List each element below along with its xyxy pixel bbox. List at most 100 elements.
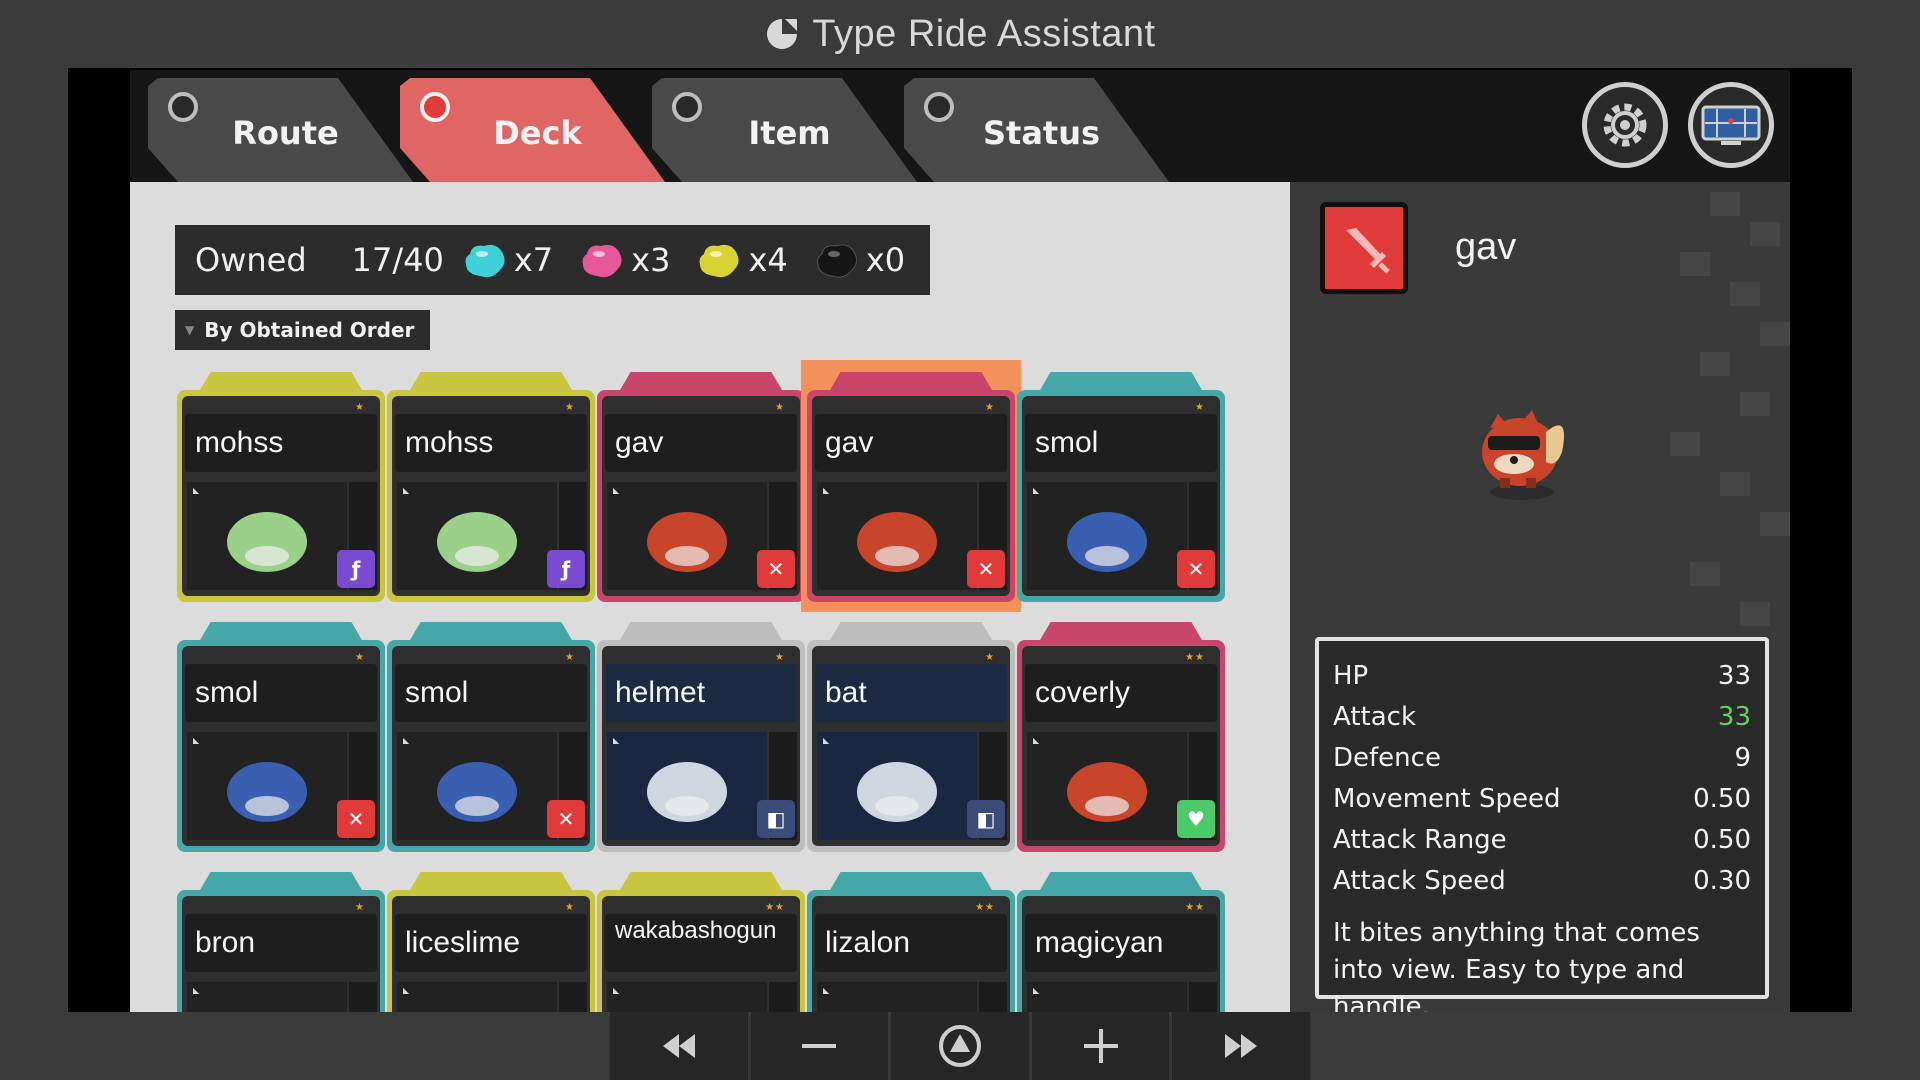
deck-card[interactable]: ★★ wakabashogun ◣ bbox=[597, 872, 805, 1012]
tab-item[interactable]: Item bbox=[652, 78, 927, 182]
card-name: smol bbox=[1035, 426, 1099, 459]
card-rarity: ★ bbox=[355, 402, 365, 413]
lmd-flag-icon: ◣ bbox=[193, 486, 200, 495]
deck-card[interactable]: ★ smol ◣ ✕ bbox=[387, 622, 595, 852]
card-name: smol bbox=[195, 676, 259, 709]
deck-card[interactable]: ★ mohss ◣ ƒ bbox=[387, 372, 595, 602]
deck-card[interactable]: ★ smol ◣ ✕ bbox=[177, 622, 385, 852]
tab-label: Route bbox=[232, 114, 339, 152]
rewind-button[interactable] bbox=[610, 1012, 751, 1080]
card-type-badge-icon: ✕ bbox=[337, 800, 375, 838]
card-name: bron bbox=[195, 926, 256, 959]
title-bar: Type Ride Assistant bbox=[0, 0, 1920, 68]
deck-card[interactable]: ★ gav ◣ ✕ bbox=[801, 360, 1021, 612]
card-type-badge-icon: ✕ bbox=[757, 550, 795, 588]
creature-description: It bites anything that comes into view. … bbox=[1333, 918, 1700, 1012]
home-button[interactable] bbox=[891, 1012, 1032, 1080]
control-bar bbox=[610, 1012, 1310, 1080]
card-rarity: ★ bbox=[1195, 402, 1205, 413]
card-side-gauge bbox=[979, 982, 1007, 1012]
card-portrait bbox=[817, 482, 977, 590]
sort-dropdown[interactable]: ▼ By Obtained Order bbox=[175, 310, 430, 350]
card-type-badge-icon: ◧ bbox=[757, 800, 795, 838]
card-portrait bbox=[817, 732, 977, 840]
card-rarity: ★ bbox=[355, 652, 365, 663]
card-type-badge-icon: ✕ bbox=[1177, 550, 1215, 588]
card-portrait bbox=[187, 732, 347, 840]
creature-sprite bbox=[187, 982, 347, 1012]
card-rarity: ★ bbox=[565, 402, 575, 413]
deck-card[interactable]: ★★ lizalon ◣ bbox=[807, 872, 1015, 1012]
gem-amount: x4 bbox=[748, 241, 788, 279]
tab-bar: Route Deck Item Status bbox=[130, 70, 1790, 182]
deck-card[interactable]: ★★ coverly ◣ ♥ bbox=[1017, 622, 1225, 852]
stat-value: 0.30 bbox=[1693, 865, 1751, 896]
map-button[interactable] bbox=[1688, 82, 1774, 168]
card-name: smol bbox=[405, 676, 469, 709]
stat-row: Movement Speed 0.50 bbox=[1333, 778, 1751, 819]
deck-card[interactable]: ★★ magicyan ◣ bbox=[1017, 872, 1225, 1012]
owned-label: Owned bbox=[195, 241, 307, 279]
lmd-flag-icon: ◣ bbox=[613, 736, 620, 745]
card-portrait bbox=[187, 482, 347, 590]
creature-preview bbox=[1482, 410, 1564, 500]
gem-counter: x0 bbox=[814, 240, 905, 280]
card-name: helmet bbox=[615, 676, 706, 709]
card-portrait bbox=[187, 982, 347, 1012]
lmd-flag-icon: ◣ bbox=[403, 986, 410, 995]
deck-card[interactable]: ★ gav ◣ ✕ bbox=[597, 372, 805, 602]
card-portrait bbox=[607, 482, 767, 590]
card-type-badge-icon: ✕ bbox=[547, 800, 585, 838]
plus-button[interactable] bbox=[1032, 1012, 1173, 1080]
creature-sprite bbox=[857, 512, 937, 572]
deck-card[interactable]: ★ helmet ◣ ◧ bbox=[597, 622, 805, 852]
brick-pattern bbox=[1670, 192, 1790, 626]
card-portrait bbox=[397, 732, 557, 840]
stat-label: Attack Range bbox=[1333, 824, 1507, 855]
creature-sprite bbox=[227, 762, 307, 822]
card-rarity: ★ bbox=[355, 902, 365, 913]
card-name: liceslime bbox=[405, 926, 521, 959]
creature-sprite bbox=[817, 982, 977, 1012]
detail-name: gav bbox=[1455, 226, 1517, 268]
black-gem-icon bbox=[816, 244, 857, 278]
card-rarity: ★★ bbox=[975, 902, 995, 913]
tab-deck[interactable]: Deck bbox=[400, 78, 675, 182]
lmd-flag-icon: ◣ bbox=[193, 986, 200, 995]
lmd-flag-icon: ◣ bbox=[1033, 986, 1040, 995]
tab-route[interactable]: Route bbox=[148, 78, 423, 182]
creature-sprite bbox=[397, 982, 557, 1012]
deck-card[interactable]: ★ bron ◣ bbox=[177, 872, 385, 1012]
minus-button[interactable] bbox=[751, 1012, 892, 1080]
fast-forward-button[interactable] bbox=[1172, 1012, 1310, 1080]
stat-value: 33 bbox=[1717, 701, 1751, 732]
lmd-flag-icon: ◣ bbox=[403, 486, 410, 495]
tab-status[interactable]: Status bbox=[904, 78, 1179, 182]
stat-row: Attack Range 0.50 bbox=[1333, 819, 1751, 860]
card-side-gauge bbox=[769, 982, 797, 1012]
detail-panel: gav HP 33 Attack 33 Defence 9 Movement Speed 0.… bbox=[1290, 182, 1790, 1012]
stat-label: Attack bbox=[1333, 701, 1417, 732]
deck-card[interactable]: ★ liceslime ◣ bbox=[387, 872, 595, 1012]
card-type-badge-icon: ♥ bbox=[1177, 800, 1215, 838]
tab-label: Item bbox=[748, 114, 831, 152]
card-name: mohss bbox=[405, 426, 494, 459]
card-type-badge-icon: ƒ bbox=[547, 550, 585, 588]
creature-sprite bbox=[647, 762, 727, 822]
gem-counter: x7 bbox=[462, 240, 553, 280]
creature-sprite bbox=[857, 762, 937, 822]
creature-sprite bbox=[1027, 982, 1187, 1012]
card-rarity: ★ bbox=[985, 652, 995, 663]
settings-button[interactable] bbox=[1582, 82, 1668, 168]
card-rarity: ★ bbox=[985, 402, 995, 413]
card-portrait bbox=[1027, 982, 1187, 1012]
card-name: magicyan bbox=[1035, 926, 1164, 959]
deck-card[interactable]: ★ smol ◣ ✕ bbox=[1017, 372, 1225, 602]
deck-card[interactable]: ★ bat ◣ ◧ bbox=[807, 622, 1015, 852]
deck-card[interactable]: ★ mohss ◣ ƒ bbox=[177, 372, 385, 602]
lmd-flag-icon: ◣ bbox=[1033, 486, 1040, 495]
creature-sprite bbox=[227, 512, 307, 572]
cyan-gem-icon bbox=[465, 244, 505, 278]
stat-row: HP 33 bbox=[1333, 655, 1751, 696]
card-name: mohss bbox=[195, 426, 284, 459]
